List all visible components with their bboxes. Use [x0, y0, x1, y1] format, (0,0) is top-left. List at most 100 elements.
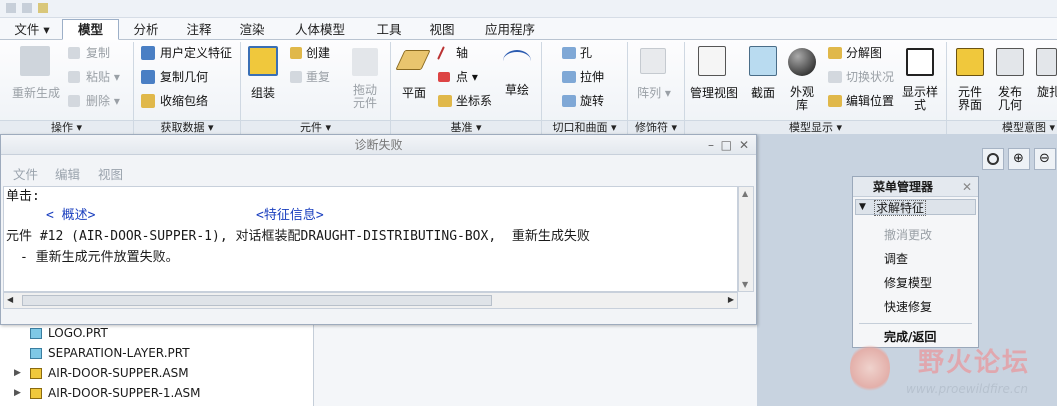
- solve-feature-section[interactable]: ▼ 求解特征: [855, 199, 976, 216]
- create-button[interactable]: 创建: [306, 46, 330, 60]
- group-modifiers[interactable]: 修饰符 ▾: [628, 120, 684, 134]
- collapse-arrow-icon: ▼: [859, 202, 866, 212]
- manage-views-icon: [698, 46, 726, 76]
- point-button[interactable]: 点 ▾: [456, 70, 478, 84]
- quick-fix-item[interactable]: 快速修复: [884, 299, 932, 315]
- csys-button[interactable]: 坐标系: [456, 94, 492, 108]
- tree-item[interactable]: LOGO.PRT: [0, 323, 314, 343]
- tab-view[interactable]: 视图: [417, 19, 467, 40]
- toggle-status-button[interactable]: 切换状况: [846, 70, 894, 84]
- close-icon[interactable]: ✕: [739, 135, 749, 155]
- tab-analysis[interactable]: 分析: [121, 19, 171, 40]
- group-model-display[interactable]: 模型显示 ▾: [685, 120, 946, 134]
- ribbon: 重新生成 复制 粘贴 ▾ 删除 ▾ 操作 ▾ 用户定义特征 复制几何 收缩包络 …: [0, 40, 1057, 134]
- toggle-status-icon: [828, 71, 842, 83]
- scroll-thumb[interactable]: [22, 295, 492, 306]
- plane-button[interactable]: 平面: [396, 87, 432, 100]
- investigate-item[interactable]: 调查: [884, 251, 908, 267]
- manage-views-button[interactable]: 管理视图: [688, 87, 740, 100]
- assemble-button[interactable]: 组装: [245, 87, 281, 100]
- menu-manager-title-bar[interactable]: 菜单管理器 ✕: [853, 177, 978, 197]
- tab-render[interactable]: 渲染: [227, 19, 277, 40]
- tree-item[interactable]: SEPARATION-LAYER.PRT: [0, 343, 314, 363]
- udf-button[interactable]: 用户定义特征: [160, 46, 232, 60]
- display-style-button[interactable]: 显示样式: [898, 86, 942, 112]
- expand-arrow-icon[interactable]: ▶: [14, 363, 21, 383]
- summary-link[interactable]: < 概述>: [46, 206, 95, 226]
- component-interface-button[interactable]: 元件 界面: [952, 86, 988, 112]
- publish-geometry-button[interactable]: 发布 几何: [992, 86, 1028, 112]
- menu-edit[interactable]: 编辑: [55, 164, 80, 183]
- menu-file[interactable]: 文件: [13, 164, 38, 183]
- group-operations[interactable]: 操作 ▾: [0, 120, 133, 134]
- scroll-left-icon[interactable]: ◀: [7, 295, 13, 304]
- regenerate-button[interactable]: 重新生成: [6, 87, 66, 100]
- tree-item[interactable]: ▶ AIR-DOOR-SUPPER-1.ASM: [0, 383, 314, 403]
- delete-button[interactable]: 删除 ▾: [86, 94, 120, 108]
- tab-manikin[interactable]: 人体模型: [279, 19, 361, 40]
- horizontal-scrollbar[interactable]: ◀ ▶: [3, 292, 738, 309]
- edit-position-button[interactable]: 编辑位置: [846, 94, 894, 108]
- drag-hand-icon: [352, 48, 378, 76]
- zoom-in-icon: ⊕: [1013, 151, 1024, 166]
- appearance-gallery-button[interactable]: 外观库: [784, 86, 820, 112]
- part-icon: [30, 328, 42, 339]
- refit-icon: [987, 153, 999, 165]
- fix-model-item[interactable]: 修复模型: [884, 275, 932, 291]
- appearance-sphere-icon: [788, 48, 816, 76]
- menu-view[interactable]: 视图: [98, 164, 123, 183]
- tab-tools[interactable]: 工具: [363, 19, 415, 40]
- axis-button[interactable]: 轴: [456, 46, 468, 60]
- group-components[interactable]: 元件 ▾: [241, 120, 390, 134]
- exploded-view-button[interactable]: 分解图: [846, 46, 882, 60]
- zoom-out-button[interactable]: ⊖: [1034, 148, 1056, 170]
- udf-icon: [141, 46, 155, 60]
- qat-icon[interactable]: [6, 3, 16, 13]
- tab-file[interactable]: 文件 ▾: [4, 19, 60, 40]
- tree-item[interactable]: ▶ AIR-DOOR-SUPPER.ASM: [0, 363, 314, 383]
- vertical-scrollbar[interactable]: ▲ ▼: [738, 186, 754, 292]
- scroll-up-icon[interactable]: ▲: [742, 189, 748, 198]
- regenerate-icon: [20, 46, 50, 76]
- close-icon[interactable]: ✕: [962, 177, 972, 197]
- publish-geometry-icon: [996, 48, 1024, 76]
- tab-model[interactable]: 模型: [62, 19, 119, 40]
- undo-changes-item[interactable]: 撤消更改: [884, 227, 932, 243]
- component-interface-icon: [956, 48, 984, 76]
- extrude-button[interactable]: 拉伸: [580, 70, 604, 84]
- watermark-flame-icon: [850, 342, 890, 394]
- feature-info-link[interactable]: <特征信息>: [256, 206, 324, 226]
- group-model-intent[interactable]: 模型意图 ▾: [947, 120, 1057, 134]
- zoom-in-button[interactable]: ⊕: [1008, 148, 1030, 170]
- group-datum[interactable]: 基准 ▾: [391, 120, 541, 134]
- qat-icon[interactable]: [38, 3, 48, 13]
- revolve-button[interactable]: 旋转: [580, 94, 604, 108]
- copy-geometry-button[interactable]: 复制几何: [160, 70, 208, 84]
- shrinkwrap-button[interactable]: 收缩包络: [160, 94, 208, 108]
- scroll-right-icon[interactable]: ▶: [728, 295, 734, 304]
- message-area[interactable]: 单击: < 概述> <特征信息> 元件 #12 (AIR-DOOR-SUPPER…: [3, 186, 738, 292]
- hole-button[interactable]: 孔: [580, 46, 592, 60]
- tab-annotate[interactable]: 注释: [173, 19, 225, 40]
- drag-components-button[interactable]: 拖动 元件: [345, 84, 385, 110]
- delete-icon: [68, 95, 80, 107]
- pattern-button[interactable]: 阵列 ▾: [634, 87, 674, 100]
- maximize-icon[interactable]: □: [721, 135, 732, 155]
- cut-off-button[interactable]: 旋扎: [1034, 86, 1057, 99]
- copy-button[interactable]: 复制: [86, 46, 110, 60]
- qat-icon[interactable]: [22, 3, 32, 13]
- group-get-data[interactable]: 获取数据 ▾: [134, 120, 240, 134]
- paste-button[interactable]: 粘贴 ▾: [86, 70, 120, 84]
- assembly-icon: [30, 388, 42, 399]
- dialog-title-bar[interactable]: 诊断失败 – □ ✕: [1, 135, 756, 155]
- repeat-button[interactable]: 重复: [306, 70, 330, 84]
- group-cut-surface[interactable]: 切口和曲面 ▾: [542, 120, 627, 134]
- scroll-down-icon[interactable]: ▼: [742, 280, 748, 289]
- section-button[interactable]: 截面: [745, 87, 781, 100]
- diagnostic-failure-dialog: 诊断失败 – □ ✕ 文件 编辑 视图 单击: < 概述> <特征信息> 元件 …: [0, 134, 757, 325]
- sketch-button[interactable]: 草绘: [499, 84, 535, 97]
- tab-applications[interactable]: 应用程序: [469, 19, 551, 40]
- expand-arrow-icon[interactable]: ▶: [14, 383, 21, 403]
- minimize-icon[interactable]: –: [708, 135, 714, 155]
- zoom-refit-button[interactable]: [982, 148, 1004, 170]
